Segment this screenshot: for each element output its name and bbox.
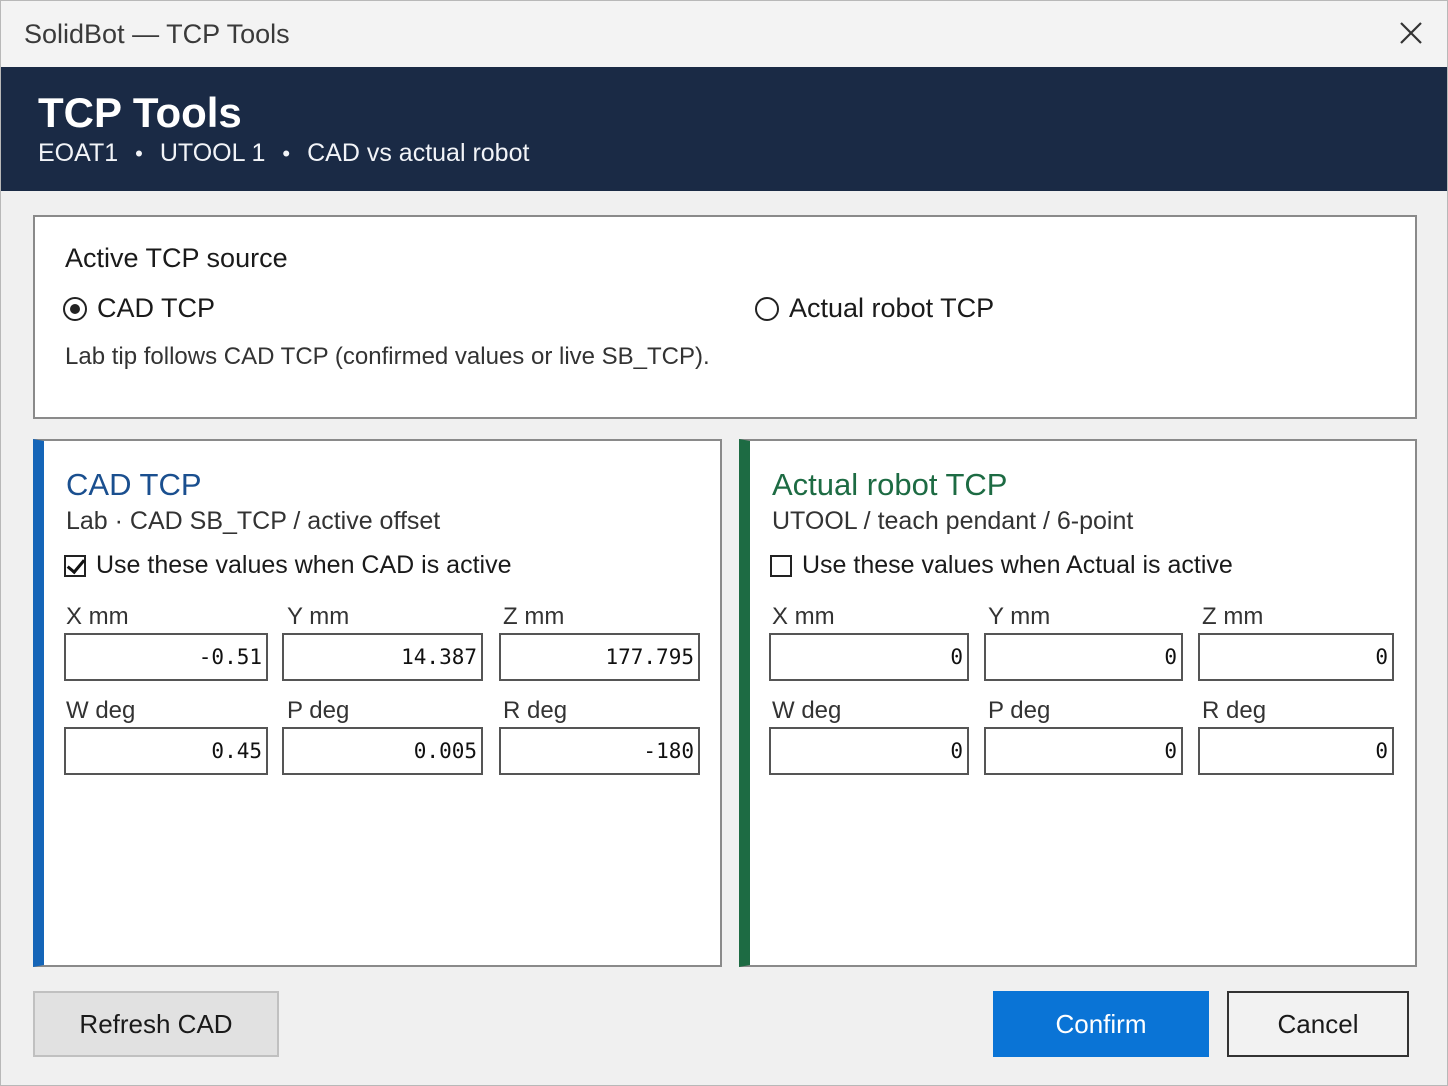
breadcrumb-context: CAD vs actual robot: [307, 139, 530, 167]
tcp-tools-dialog: SolidBot — TCP Tools TCP Tools EOAT1 • U…: [0, 0, 1448, 1086]
actual-z-label: Z mm: [1202, 603, 1264, 630]
radio-actual-robot-tcp-label: Actual robot TCP: [789, 293, 995, 323]
cancel-button[interactable]: Cancel: [1227, 991, 1409, 1057]
actual-panel-title: Actual robot TCP: [772, 467, 1008, 502]
actual-x-input[interactable]: 0: [769, 633, 969, 681]
cad-panel-title: CAD TCP: [66, 467, 202, 502]
actual-p-label: P deg: [988, 697, 1051, 724]
tcp-source-hint: Lab tip follows CAD TCP (confirmed value…: [65, 343, 710, 370]
cad-w-label: W deg: [66, 697, 136, 724]
cad-z-label: Z mm: [503, 603, 565, 630]
cad-tcp-panel: CAD TCP Lab · CAD SB_TCP / active offset…: [33, 439, 722, 967]
page-title: TCP Tools: [38, 89, 242, 136]
cad-r-input[interactable]: -180: [499, 727, 700, 775]
radio-cad-tcp-label: CAD TCP: [97, 293, 216, 323]
actual-panel-subtitle: UTOOL / teach pendant / 6-point: [772, 507, 1134, 535]
actual-robot-tcp-panel: Actual robot TCP UTOOL / teach pendant /…: [739, 439, 1417, 967]
tcp-source-label: Active TCP source: [65, 243, 288, 273]
cad-p-label: P deg: [287, 697, 350, 724]
radio-cad-tcp[interactable]: CAD TCP: [63, 293, 215, 324]
breadcrumb-eoat: EOAT1: [38, 139, 119, 167]
breadcrumb-separator: •: [135, 140, 143, 166]
checkbox-unchecked-icon: [770, 554, 792, 577]
actual-w-input[interactable]: 0: [769, 727, 969, 775]
confirm-button[interactable]: Confirm: [993, 991, 1209, 1057]
close-icon[interactable]: [1395, 17, 1427, 49]
tcp-source-group: Active TCP source CAD TCP Actual robot T…: [33, 215, 1417, 419]
cad-p-input[interactable]: 0.005: [282, 727, 483, 775]
cad-panel-subtitle: Lab · CAD SB_TCP / active offset: [66, 507, 441, 535]
cad-w-input[interactable]: 0.45: [64, 727, 268, 775]
header-banner: TCP Tools EOAT1 • UTOOL 1 • CAD vs actua…: [1, 67, 1447, 191]
cad-x-label: X mm: [66, 603, 129, 630]
actual-y-label: Y mm: [988, 603, 1051, 630]
refresh-cad-button[interactable]: Refresh CAD: [33, 991, 279, 1057]
cad-y-label: Y mm: [287, 603, 350, 630]
actual-p-input[interactable]: 0: [984, 727, 1183, 775]
actual-y-input[interactable]: 0: [984, 633, 1183, 681]
checkbox-checked-icon: [64, 554, 86, 577]
radio-selected-icon: [63, 296, 87, 321]
actual-use-values-label: Use these values when Actual is active: [802, 551, 1233, 579]
radio-actual-robot-tcp[interactable]: Actual robot TCP: [755, 293, 994, 324]
actual-z-input[interactable]: 0: [1198, 633, 1394, 681]
cad-use-values-checkbox[interactable]: Use these values when CAD is active: [64, 551, 511, 580]
actual-r-input[interactable]: 0: [1198, 727, 1394, 775]
actual-x-label: X mm: [772, 603, 835, 630]
cad-use-values-label: Use these values when CAD is active: [96, 551, 512, 579]
actual-r-label: R deg: [1202, 697, 1267, 724]
title-bar: SolidBot — TCP Tools: [1, 1, 1447, 67]
actual-w-label: W deg: [772, 697, 842, 724]
cad-y-input[interactable]: 14.387: [282, 633, 483, 681]
window-title: SolidBot — TCP Tools: [24, 19, 290, 49]
radio-unselected-icon: [755, 296, 779, 321]
cad-x-input[interactable]: -0.51: [64, 633, 268, 681]
actual-use-values-checkbox[interactable]: Use these values when Actual is active: [770, 551, 1233, 580]
cad-r-label: R deg: [503, 697, 568, 724]
cad-z-input[interactable]: 177.795: [499, 633, 700, 681]
breadcrumb: EOAT1 • UTOOL 1 • CAD vs actual robot: [38, 139, 529, 168]
breadcrumb-utool: UTOOL 1: [159, 139, 266, 167]
breadcrumb-separator: •: [282, 140, 291, 166]
